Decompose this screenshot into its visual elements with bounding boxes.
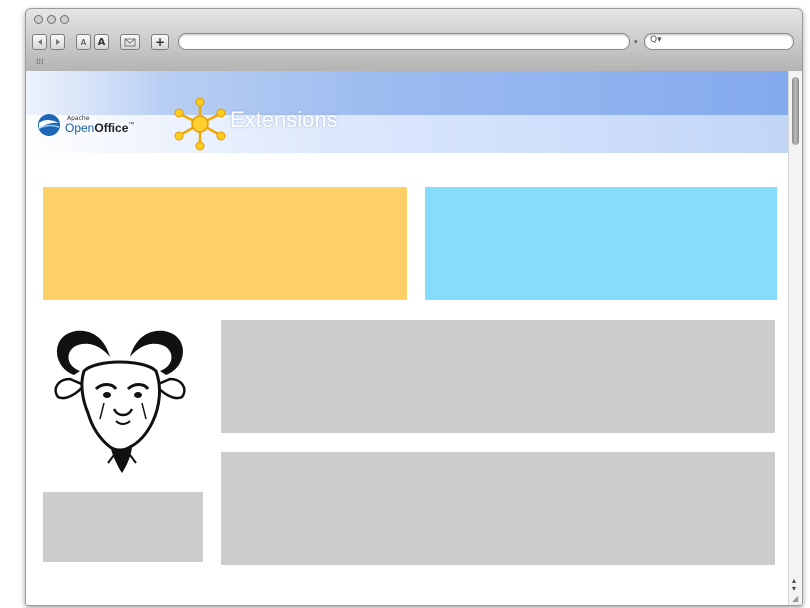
content-placeholder-top[interactable] [221,320,775,433]
bookmarks-bar-grip: ⁞⁞⁞ [36,57,44,66]
smaller-text-button[interactable]: A [76,34,91,50]
sidebar-placeholder[interactable] [43,492,203,562]
title-bar: A A + ▾ Q▾ ⁞⁞⁞ [26,9,802,72]
openoffice-logo[interactable]: Apache OpenOffice™ [36,113,134,137]
scroll-arrows[interactable]: ▴ ▾ [792,577,796,593]
bookmark-icon [124,38,136,46]
content-placeholder-bottom[interactable] [221,452,775,565]
scrollbar-thumb[interactable] [792,77,799,145]
vertical-scrollbar[interactable]: ▴ ▾ ◢ [788,71,802,605]
page-content: Apache OpenOffice™ Extensions [26,71,788,605]
featured-panel-orange[interactable] [43,187,407,300]
forward-arrow-icon [55,39,60,45]
search-input[interactable]: Q▾ [644,33,794,50]
window-controls [34,15,69,25]
forward-button[interactable] [50,34,65,50]
bookmark-button[interactable] [120,34,140,50]
sun-cluster-icon [174,97,226,151]
featured-panel-blue[interactable] [425,187,777,300]
back-button[interactable] [32,34,47,50]
minimize-window-button[interactable] [47,15,56,24]
resize-grip-icon[interactable]: ◢ [792,594,798,603]
address-dropdown-icon[interactable]: ▾ [634,38,640,46]
toolbar: A A + [32,33,169,51]
openoffice-gull-icon [38,114,60,136]
extensions-banner: Apache OpenOffice™ Extensions [26,71,788,153]
browser-window: A A + ▾ Q▾ ⁞⁞⁞ Apache OpenOffice™ Extens… [25,8,803,606]
larger-text-button[interactable]: A [94,34,109,50]
gnu-head-icon [54,330,186,473]
brand-name: OpenOffice™ [65,121,135,135]
address-bar-input[interactable] [178,33,630,50]
add-bookmark-button[interactable]: + [151,34,169,50]
back-arrow-icon [37,39,42,45]
zoom-window-button[interactable] [60,15,69,24]
banner-title: Extensions [230,107,338,132]
search-icon: Q▾ [650,35,662,45]
close-window-button[interactable] [34,15,43,24]
